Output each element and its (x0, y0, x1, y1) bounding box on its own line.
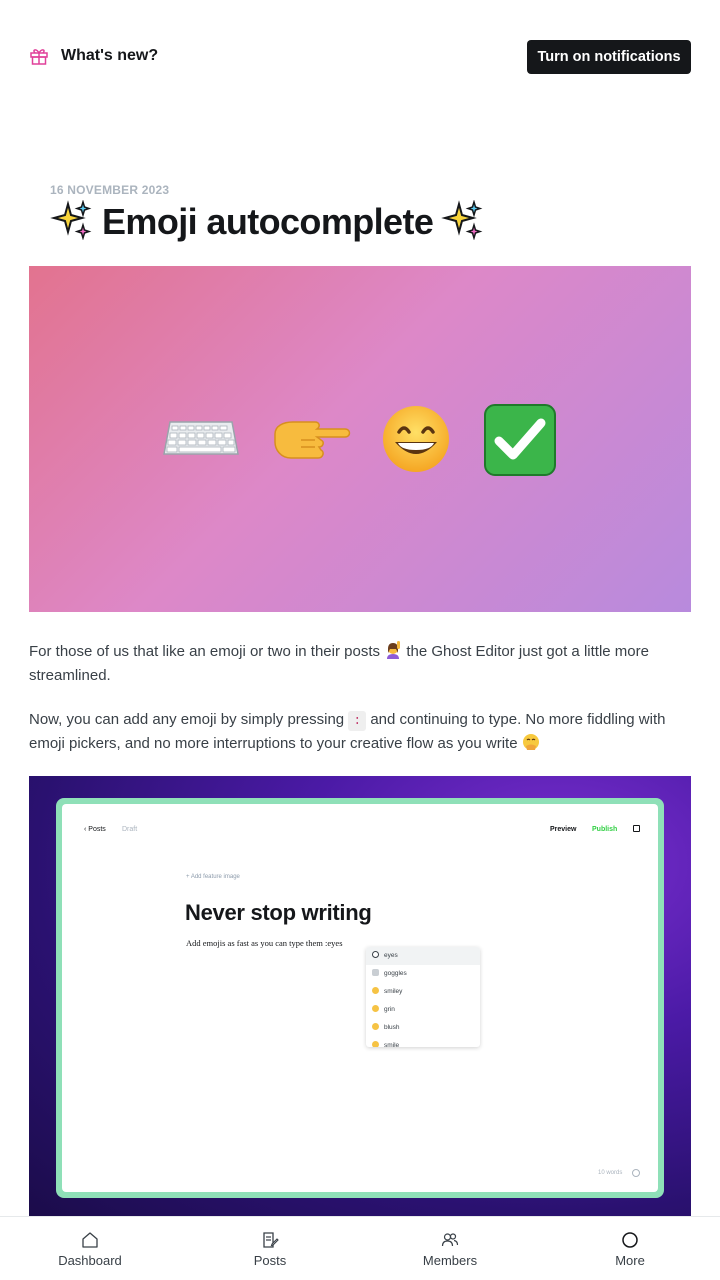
suggestion-item: blush (366, 1019, 480, 1037)
suggestion-item: grin (366, 1001, 480, 1019)
editor-window: ‹ Posts Draft Preview Publish + Add feat… (62, 804, 658, 1192)
emoji-icon (372, 1041, 379, 1047)
suggestion-label: blush (384, 1024, 400, 1031)
home-icon (82, 1232, 98, 1248)
suggestion-label: grin (384, 1006, 395, 1013)
nav-label: Dashboard (58, 1253, 122, 1268)
post-date: 16 NOVEMBER 2023 (50, 183, 170, 197)
sparkles-icon (441, 200, 483, 240)
pointing-right-icon (274, 421, 351, 459)
whats-new-title: What's new? (61, 47, 159, 64)
paragraph-text: For those of us that like an emoji or tw… (29, 643, 380, 660)
preview-link: Preview (550, 826, 577, 833)
editor-screenshot-image: ‹ Posts Draft Preview Publish + Add feat… (29, 776, 691, 1216)
emoji-suggestion-menu: eyes goggles smiley grin blush smile (366, 947, 480, 1047)
typed-shortcode: :eyes (325, 938, 343, 948)
suggestion-label: eyes (384, 952, 398, 959)
post-title: Emoji autocomplete (50, 200, 485, 243)
person-raising-hand-icon (387, 641, 401, 659)
top-header: What's new? Turn on notifications (0, 0, 720, 112)
nav-posts[interactable]: Posts (210, 1217, 330, 1280)
gift-icon[interactable] (29, 46, 49, 66)
more-icon (622, 1232, 638, 1248)
turn-on-notifications-button[interactable]: Turn on notifications (527, 40, 691, 74)
emoji-icon (372, 1023, 379, 1030)
word-count: 10 words (598, 1170, 623, 1176)
suggestion-item: smiley (366, 983, 480, 1001)
add-feature-image: + Add feature image (186, 874, 240, 880)
members-icon (441, 1233, 459, 1247)
sidebar-toggle-icon (633, 825, 640, 832)
editor-title: Never stop writing (185, 900, 372, 925)
nav-label: More (615, 1253, 645, 1268)
suggestion-label: smiley (384, 988, 403, 995)
check-mark-button-icon (484, 404, 556, 476)
paragraph-text: Now, you can add any emoji by simply pre… (29, 711, 345, 728)
keyboard-icon (163, 421, 239, 455)
help-icon (632, 1169, 640, 1177)
suggestion-label: smile (384, 1042, 400, 1047)
suggestion-item: goggles (366, 965, 480, 983)
posts-icon (263, 1232, 279, 1248)
intro-paragraph: For those of us that like an emoji or tw… (29, 640, 691, 688)
emoji-icon (372, 951, 379, 958)
editor-body: Add emojis as fast as you can type them … (186, 938, 343, 948)
nav-more[interactable]: More (570, 1217, 690, 1280)
nav-label: Posts (253, 1253, 287, 1268)
editor-body-text: Add emojis as fast as you can type them (186, 938, 323, 948)
suggestion-label: goggles (384, 970, 407, 977)
nav-label: Members (422, 1253, 478, 1268)
hero-image (29, 266, 691, 612)
post-title-text: Emoji autocomplete (102, 201, 434, 242)
suggestion-item: eyes (366, 947, 480, 965)
nav-members[interactable]: Members (390, 1217, 510, 1280)
bottom-navigation: Dashboard Posts Members More (0, 1216, 720, 1280)
grinning-face-icon (383, 406, 449, 472)
back-to-posts-link: ‹ Posts (84, 826, 106, 833)
emoji-icon (372, 987, 379, 994)
body-paragraph: Now, you can add any emoji by simply pre… (29, 708, 691, 756)
nav-dashboard[interactable]: Dashboard (30, 1217, 150, 1280)
emoji-icon (372, 969, 379, 976)
draft-status: Draft (122, 826, 138, 833)
sparkles-icon (50, 200, 92, 240)
suggestion-item: smile (366, 1037, 480, 1047)
emoji-icon (372, 1005, 379, 1012)
editor-window-frame: ‹ Posts Draft Preview Publish + Add feat… (56, 798, 664, 1198)
colon-key: : (348, 711, 367, 731)
publish-link: Publish (592, 826, 618, 833)
face-with-hand-over-mouth-icon (522, 734, 539, 750)
